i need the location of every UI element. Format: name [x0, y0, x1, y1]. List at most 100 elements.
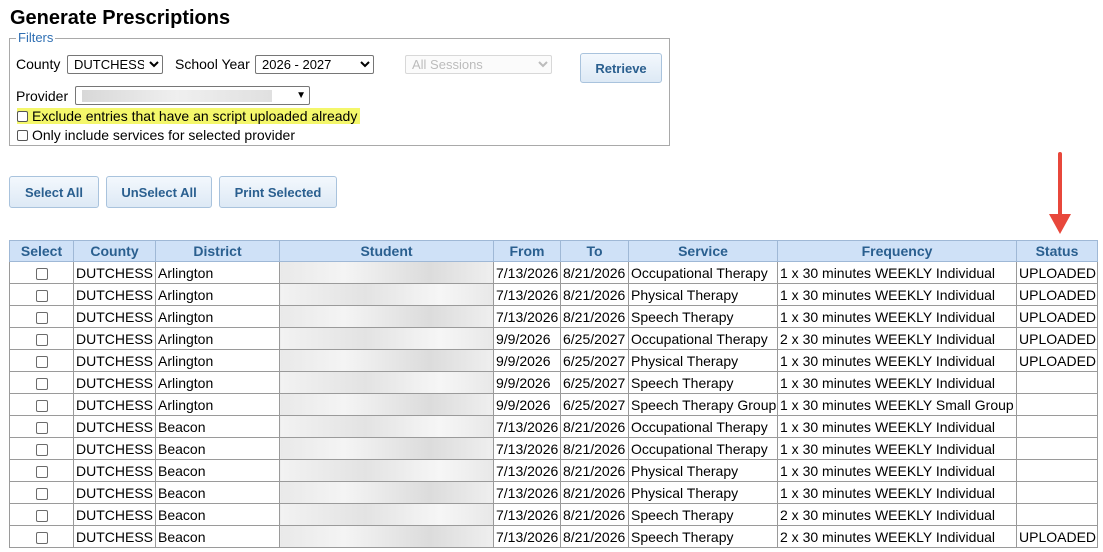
from-cell: 7/13/2026 — [493, 525, 561, 548]
district-cell: Beacon — [155, 459, 280, 482]
row-checkbox[interactable] — [35, 333, 48, 346]
student-cell-redacted — [279, 371, 494, 394]
retrieve-button[interactable]: Retrieve — [580, 53, 662, 83]
table-row: DUTCHESS Beacon 7/13/2026 8/21/2026 Spee… — [9, 525, 1098, 548]
column-header-district[interactable]: District — [155, 240, 280, 262]
row-checkbox[interactable] — [35, 289, 48, 302]
column-header-from[interactable]: From — [493, 240, 561, 262]
from-cell: 9/9/2026 — [493, 371, 561, 394]
column-header-frequency[interactable]: Frequency — [777, 240, 1017, 262]
row-checkbox[interactable] — [35, 377, 48, 390]
table-body: DUTCHESS Arlington 7/13/2026 8/21/2026 O… — [9, 261, 1098, 548]
student-cell-redacted — [279, 415, 494, 438]
only-include-checkbox[interactable] — [17, 129, 28, 141]
sessions-select[interactable]: All Sessions — [405, 55, 552, 74]
provider-redacted-value — [82, 89, 272, 102]
row-select-cell — [9, 525, 74, 548]
frequency-cell: 2 x 30 minutes WEEKLY Individual — [777, 525, 1017, 548]
student-cell-redacted — [279, 349, 494, 372]
row-select-cell — [9, 349, 74, 372]
from-cell: 7/13/2026 — [493, 305, 561, 328]
column-header-student[interactable]: Student — [279, 240, 494, 262]
status-cell: UPLOADED — [1016, 525, 1098, 548]
from-cell: 7/13/2026 — [493, 481, 561, 504]
student-cell-redacted — [279, 459, 494, 482]
column-header-select: Select — [9, 240, 74, 262]
student-cell-redacted — [279, 283, 494, 306]
exclude-uploaded-option[interactable]: Exclude entries that have an script uplo… — [17, 108, 361, 124]
frequency-cell: 1 x 30 minutes WEEKLY Individual — [777, 261, 1017, 284]
row-checkbox[interactable] — [35, 465, 48, 478]
select-all-button[interactable]: Select All — [9, 176, 99, 208]
row-checkbox[interactable] — [35, 311, 48, 324]
row-select-cell — [9, 393, 74, 416]
school-year-select[interactable]: 2026 - 2027 — [255, 55, 374, 74]
row-checkbox[interactable] — [35, 509, 48, 522]
district-cell: Arlington — [155, 371, 280, 394]
page-title: Generate Prescriptions — [10, 7, 231, 29]
county-cell: DUTCHESS — [73, 525, 156, 548]
frequency-cell: 2 x 30 minutes WEEKLY Individual — [777, 503, 1017, 526]
row-checkbox[interactable] — [35, 421, 48, 434]
frequency-cell: 1 x 30 minutes WEEKLY Individual — [777, 481, 1017, 504]
school-year-label: School Year — [175, 56, 250, 72]
to-cell: 6/25/2027 — [560, 371, 629, 394]
unselect-all-button[interactable]: UnSelect All — [106, 176, 212, 208]
table-row: DUTCHESS Beacon 7/13/2026 8/21/2026 Occu… — [9, 437, 1098, 460]
district-cell: Arlington — [155, 305, 280, 328]
from-cell: 7/13/2026 — [493, 503, 561, 526]
table-header-row: Select County District Student From To S… — [9, 240, 1098, 262]
service-cell: Occupational Therapy — [628, 415, 778, 438]
provider-label: Provider — [16, 88, 69, 104]
row-checkbox[interactable] — [35, 443, 48, 456]
to-cell: 8/21/2026 — [560, 437, 629, 460]
column-header-service[interactable]: Service — [628, 240, 778, 262]
service-cell: Occupational Therapy — [628, 437, 778, 460]
county-cell: DUTCHESS — [73, 261, 156, 284]
to-cell: 8/21/2026 — [560, 283, 629, 306]
exclude-uploaded-highlight: Exclude entries that have an script uplo… — [17, 108, 361, 124]
row-select-cell — [9, 503, 74, 526]
row-select-cell — [9, 481, 74, 504]
to-cell: 6/25/2027 — [560, 393, 629, 416]
from-cell: 9/9/2026 — [493, 327, 561, 350]
row-select-cell — [9, 283, 74, 306]
county-cell: DUTCHESS — [73, 305, 156, 328]
column-header-to[interactable]: To — [560, 240, 629, 262]
county-cell: DUTCHESS — [73, 327, 156, 350]
row-checkbox[interactable] — [35, 487, 48, 500]
exclude-uploaded-checkbox[interactable] — [17, 110, 28, 122]
row-checkbox[interactable] — [35, 399, 48, 412]
county-cell: DUTCHESS — [73, 437, 156, 460]
column-header-county[interactable]: County — [73, 240, 156, 262]
only-include-option[interactable]: Only include services for selected provi… — [17, 127, 295, 143]
status-cell — [1016, 459, 1098, 482]
column-header-status[interactable]: Status — [1016, 240, 1098, 262]
service-cell: Speech Therapy — [628, 503, 778, 526]
status-cell — [1016, 371, 1098, 394]
exclude-uploaded-label: Exclude entries that have an script uplo… — [32, 108, 358, 124]
table-row: DUTCHESS Arlington 9/9/2026 6/25/2027 Sp… — [9, 393, 1098, 416]
table-row: DUTCHESS Arlington 9/9/2026 6/25/2027 Ph… — [9, 349, 1098, 372]
to-cell: 8/21/2026 — [560, 459, 629, 482]
print-selected-button[interactable]: Print Selected — [219, 176, 337, 208]
service-cell: Physical Therapy — [628, 459, 778, 482]
frequency-cell: 1 x 30 minutes WEEKLY Individual — [777, 459, 1017, 482]
row-checkbox[interactable] — [35, 267, 48, 280]
row-checkbox[interactable] — [35, 355, 48, 368]
provider-select[interactable]: ▼ — [75, 86, 310, 105]
county-cell: DUTCHESS — [73, 393, 156, 416]
table-row: DUTCHESS Arlington 9/9/2026 6/25/2027 Sp… — [9, 371, 1098, 394]
district-cell: Arlington — [155, 349, 280, 372]
table-row: DUTCHESS Beacon 7/13/2026 8/21/2026 Phys… — [9, 459, 1098, 482]
county-select[interactable]: DUTCHESS — [67, 55, 163, 74]
to-cell: 8/21/2026 — [560, 503, 629, 526]
status-cell: UPLOADED — [1016, 349, 1098, 372]
frequency-cell: 1 x 30 minutes WEEKLY Individual — [777, 437, 1017, 460]
to-cell: 8/21/2026 — [560, 525, 629, 548]
service-cell: Physical Therapy — [628, 349, 778, 372]
row-checkbox[interactable] — [35, 531, 48, 544]
status-cell: UPLOADED — [1016, 327, 1098, 350]
status-cell: UPLOADED — [1016, 261, 1098, 284]
district-cell: Beacon — [155, 437, 280, 460]
